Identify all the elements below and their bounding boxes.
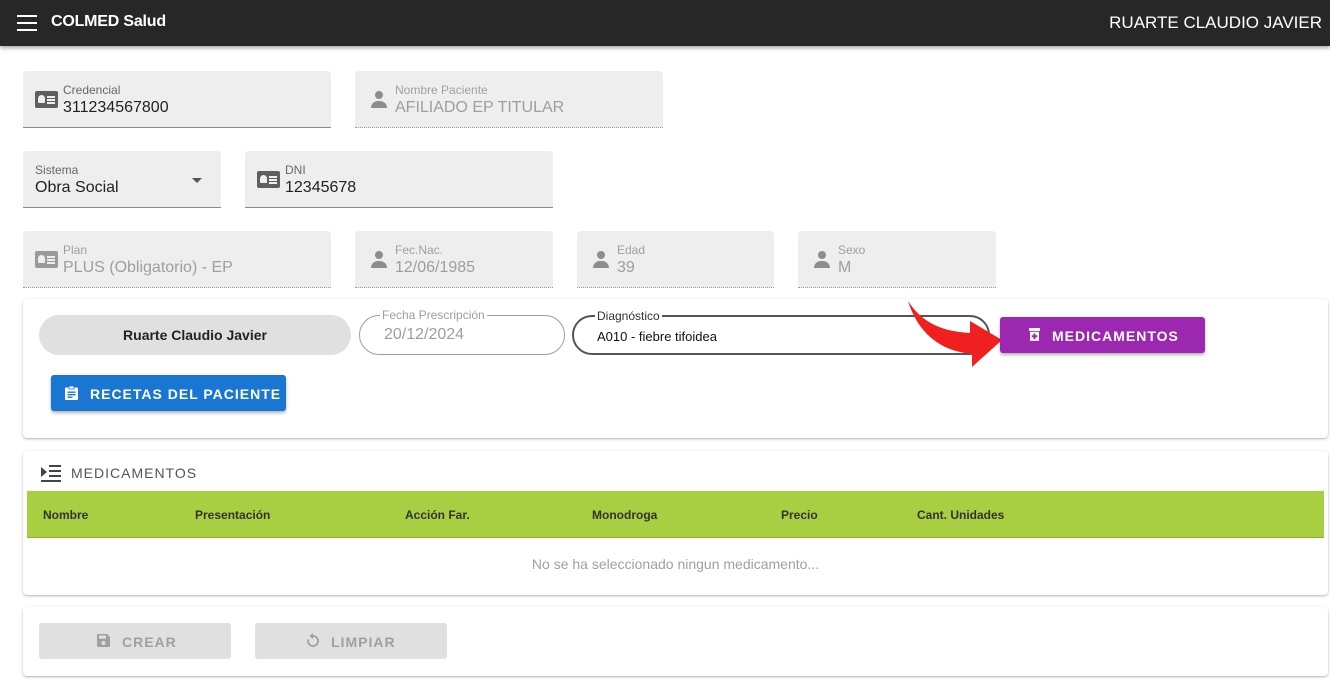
id-card-icon [257,171,280,188]
app-title: COLMED Salud [51,13,166,30]
id-card-icon [35,91,58,108]
sexo-label: Sexo [838,243,866,257]
red-arrow-annotation [908,301,1002,367]
fec-nac-value: 12/06/1985 [395,259,476,276]
menu-icon[interactable] [17,15,37,31]
column-header[interactable]: Cant. Unidades [917,508,1004,522]
format-list-icon [41,465,61,482]
medicamentos-section-title: MEDICAMENTOS [71,465,198,481]
limpiar-button[interactable]: LIMPIAR [255,623,447,659]
medicamentos-button[interactable]: MEDICAMENTOS [1000,317,1205,353]
medicamentos-table-header: Nombre Presentación Acción Far. Monodrog… [27,491,1324,538]
id-card-icon [35,251,58,268]
sexo-field: Sexo M [798,231,996,288]
doctor-chip: Ruarte Claudio Javier [39,315,351,355]
diagnostico-label: Diagnóstico [595,309,662,323]
column-header[interactable]: Presentación [195,508,270,522]
diagnostico-value[interactable]: A010 - fiebre tifoidea [597,329,717,344]
crear-button[interactable]: CREAR [39,623,231,659]
person-icon [593,251,609,269]
nombre-paciente-value: AFILIADO EP TITULAR [395,99,565,116]
recetas-button-label: RECETAS DEL PACIENTE [90,386,282,402]
app-bar: COLMED Salud RUARTE CLAUDIO JAVIER [0,0,1330,46]
recetas-del-paciente-button[interactable]: RECETAS DEL PACIENTE [51,375,286,411]
nombre-paciente-label: Nombre Paciente [395,83,488,97]
sexo-value: M [838,259,852,276]
fec-nac-label: Fec.Nac. [395,243,444,257]
fecha-prescripcion-value: 20/12/2024 [384,326,465,343]
medicamentos-button-label: MEDICAMENTOS [1052,328,1179,344]
plan-field: Plan PLUS (Obligatorio) - EP [23,231,331,288]
column-header[interactable]: Monodroga [592,508,657,522]
column-header[interactable]: Precio [781,508,818,522]
reset-icon [306,633,320,648]
plan-value: PLUS (Obligatorio) - EP [63,259,233,276]
clipboard-icon [65,385,78,400]
crear-button-label: CREAR [122,634,177,650]
fecha-prescripcion-label: Fecha Prescripción [380,308,487,322]
plan-label: Plan [63,243,88,257]
column-header[interactable]: Nombre [43,508,88,522]
limpiar-button-label: LIMPIAR [331,634,396,650]
sistema-select[interactable]: Sistema Obra Social [23,151,221,208]
dni-label: DNI [285,163,306,177]
column-header[interactable]: Acción Far. [405,508,470,522]
user-name[interactable]: RUARTE CLAUDIO JAVIER [1109,13,1322,33]
person-icon [371,251,387,269]
nombre-paciente-field: Nombre Paciente AFILIADO EP TITULAR [355,71,663,128]
person-icon [814,251,830,269]
edad-label: Edad [617,243,646,257]
person-icon [371,91,387,109]
edad-field: Edad 39 [577,231,774,288]
edad-value: 39 [617,259,635,276]
credencial-field[interactable]: Credencial 311234567800 [23,71,331,128]
empty-table-message: No se ha seleccionado ningun medicamento… [531,556,820,572]
fecha-prescripcion-field: Fecha Prescripción 20/12/2024 [359,308,565,355]
pill-bottle-icon [1029,328,1040,341]
chevron-down-icon[interactable] [192,178,202,183]
credencial-value[interactable]: 311234567800 [63,99,169,117]
save-icon [97,634,110,647]
credencial-label: Credencial [63,83,121,97]
sistema-label: Sistema [35,163,79,177]
fec-nac-field: Fec.Nac. 12/06/1985 [355,231,553,288]
dni-value[interactable]: 12345678 [285,179,356,197]
sistema-value[interactable]: Obra Social [35,179,119,197]
dni-field[interactable]: DNI 12345678 [245,151,553,208]
